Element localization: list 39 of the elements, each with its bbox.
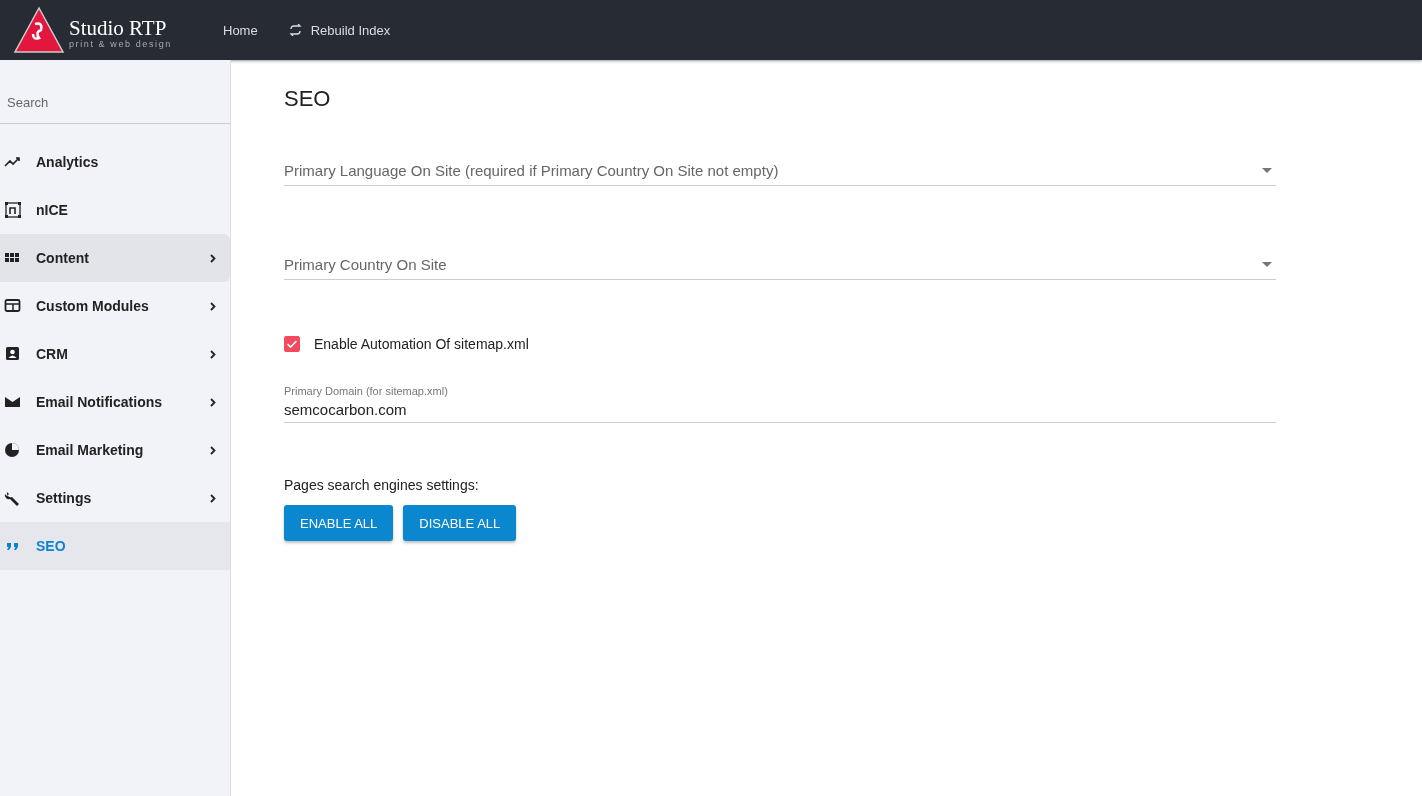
sidebar-item-label: Content (36, 250, 90, 266)
dropdown-field[interactable]: Primary Country On Site (284, 256, 1276, 280)
sidebar-item[interactable]: Email Notifications (0, 378, 230, 426)
caret-down-icon (1262, 262, 1272, 267)
search-field[interactable]: Search (0, 81, 230, 124)
section-label: Pages search engines settings: (284, 477, 480, 493)
logo-icon (13, 6, 65, 54)
logo-tagline: print & web design (69, 39, 172, 50)
bracket-n-icon (4, 201, 22, 219)
contact-card-icon (4, 345, 22, 363)
sidebar-item[interactable]: Content (0, 234, 230, 282)
sidebar-item[interactable]: Analytics (0, 138, 230, 186)
sidebar-item-label: Settings (36, 490, 93, 506)
wrench-icon (4, 489, 22, 507)
logo-name: Studio RTP (69, 17, 168, 39)
window-icon (4, 297, 22, 315)
sidebar-item-label: SEO (36, 538, 67, 554)
sidebar-item[interactable]: Settings (0, 474, 230, 522)
page-title: SEO (284, 86, 332, 112)
checkbox[interactable] (284, 336, 300, 352)
checkbox-label: Enable Automation Of sitemap.xml (314, 336, 529, 352)
dropdown-field[interactable]: Primary Language On Site (required if Primary Country On Site not empty) (284, 162, 1276, 186)
sidebar-item[interactable]: Custom Modules (0, 282, 230, 330)
pie-chart-icon (4, 441, 22, 459)
sidebar-item[interactable]: CRM (0, 330, 230, 378)
sidebar-item-label: Email Marketing (36, 442, 145, 458)
sidebar-item-label: Analytics (36, 154, 100, 170)
sidebar-item-label: Custom Modules (36, 298, 150, 314)
enable-all-button[interactable]: ENABLE ALL (284, 505, 394, 541)
nav-link[interactable]: Rebuild Index (288, 22, 391, 38)
caret-down-icon (1262, 168, 1272, 173)
disable-all-button[interactable]: DISABLE ALL (403, 505, 517, 541)
sidebar-item-label: CRM (36, 346, 69, 362)
domain-field[interactable]: Primary Domain (for sitemap.xml) semcocarbon.com (284, 385, 1276, 423)
sidebar-item-label: nICE (36, 202, 69, 218)
sidebar-item[interactable]: Email Marketing (0, 426, 230, 474)
sidebar-item[interactable]: nICE (0, 186, 230, 234)
sidebar-item-label: Email Notifications (36, 394, 164, 410)
nav-link[interactable]: Home (223, 22, 258, 38)
